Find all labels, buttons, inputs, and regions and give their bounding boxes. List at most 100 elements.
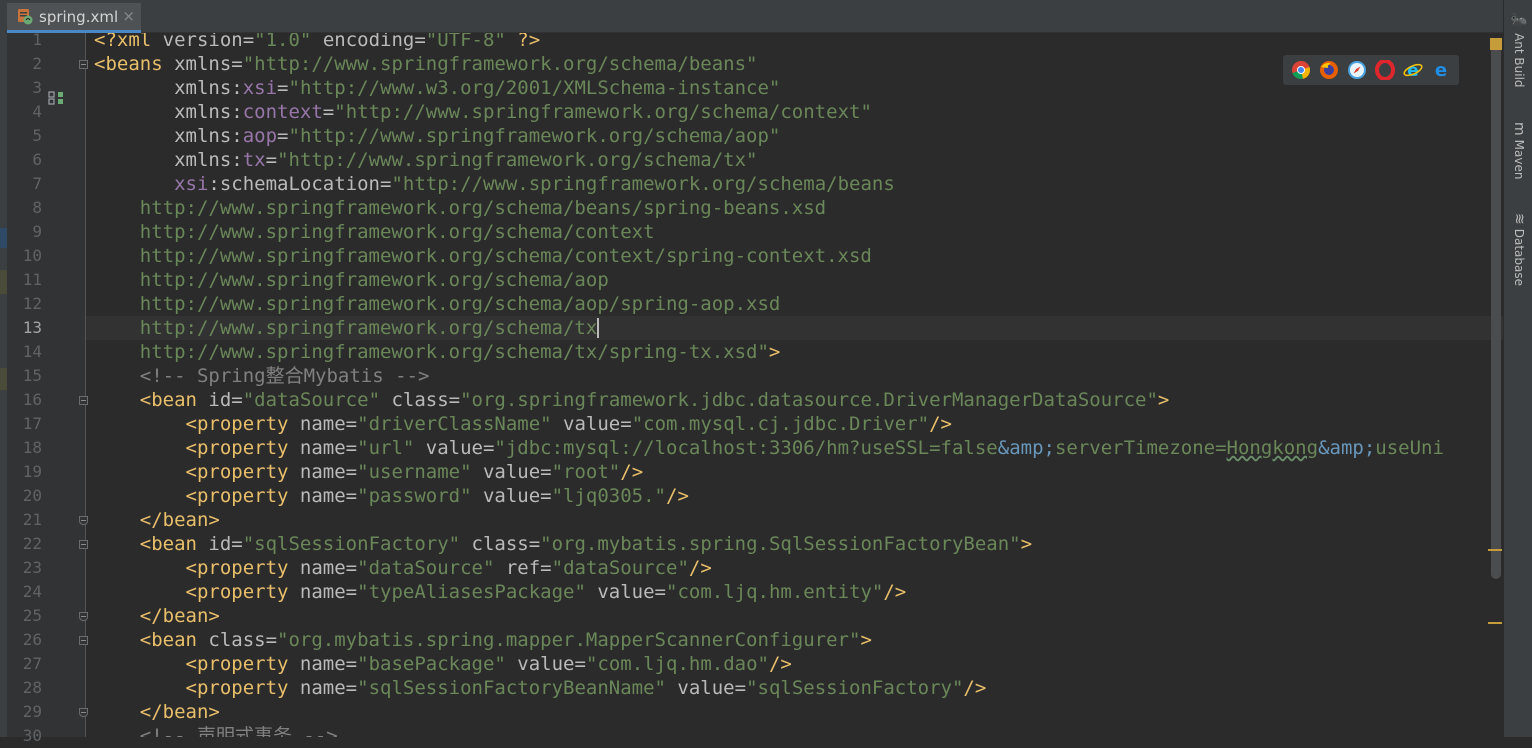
code-token: "dataSource" [357,557,495,579]
left-strip-marker [0,228,7,248]
bean-marker-icon[interactable] [48,90,68,106]
code-token: "org.mybatis.spring.mapper.MapperScanner… [277,629,861,651]
code-line[interactable]: <?xml version="1.0" encoding="UTF-8" ?> [94,33,540,52]
code-token: name [299,653,346,675]
code-line[interactable]: <property name="url" value="jdbc:mysql:/… [94,436,1444,460]
code-token: <property [94,581,300,603]
tool-maven[interactable]: m Maven [1511,122,1527,179]
code-line[interactable]: xmlns:xsi="http://www.w3.org/2001/XMLSch… [94,76,780,100]
tool-label: Maven [1512,139,1526,180]
code-token: <property [94,485,300,507]
warning-stripe[interactable] [1488,549,1502,551]
code-token: /> [883,581,907,603]
code-token: = [540,461,552,483]
code-line[interactable]: <!-- 声明式事务 --> [94,724,338,737]
code-line[interactable]: http://www.springframework.org/schema/be… [94,196,826,220]
line-number: 13 [22,318,42,337]
code-token: <bean [94,629,209,651]
line-number: 14 [22,342,42,361]
code-token: &amp; [997,437,1055,459]
tool-ant-build[interactable]: 🐜 Ant Build [1511,12,1527,88]
code-line[interactable]: http://www.springframework.org/schema/ao… [94,292,781,316]
code-line[interactable]: xmlns:context="http://www.springframewor… [94,100,872,124]
line-number: 7 [32,174,42,193]
code-token: = [448,389,461,411]
code-line[interactable]: <bean class="org.mybatis.spring.mapper.M… [94,628,872,652]
code-line[interactable]: </bean> [94,604,220,628]
code-token: = [654,581,666,603]
code-line[interactable]: <bean id="sqlSessionFactory" class="org.… [94,532,1032,556]
code-line[interactable]: http://www.springframework.org/schema/co… [94,244,872,268]
code-line[interactable]: <!-- Spring整合Mybatis --> [94,364,430,388]
tool-database[interactable]: ≋ Database [1511,213,1527,286]
code-token: "org.springframework.jdbc.datasource.Dri… [460,389,1158,411]
code-token: = [345,581,358,603]
code-line[interactable]: http://www.springframework.org/schema/ao… [94,268,609,292]
code-token: "http://www.springframework.org/schema/a… [288,125,781,147]
code-line[interactable]: </bean> [94,700,220,724]
code-token: <bean [94,389,209,411]
editor-scrollbar[interactable] [1489,33,1503,737]
code-token: /> [620,461,644,483]
code-line[interactable]: <property name="dataSource" ref="dataSou… [94,556,712,580]
code-token: http://www.springframework.org/schema/tx [94,317,598,339]
code-token: = [231,389,243,411]
svg-text:e: e [1435,60,1447,80]
line-number: 11 [22,270,42,289]
browser-preview-popup: e e [1283,55,1459,85]
line-number: 12 [22,294,42,313]
tool-label: Ant Build [1512,33,1526,88]
code-line[interactable]: <property name="driverClassName" value="… [94,412,953,436]
line-number: 24 [22,582,42,601]
code-line[interactable]: xsi:schemaLocation="http://www.springfra… [94,172,895,196]
code-line[interactable]: <property name="basePackage" value="com.… [94,652,792,676]
left-tool-strip [0,0,7,737]
code-line[interactable]: xmlns:aop="http://www.springframework.or… [94,124,780,148]
code-token: http://www.springframework.org/schema/be… [94,197,827,219]
safari-icon[interactable] [1347,60,1367,80]
code-line[interactable]: xmlns:tx="http://www.springframework.org… [94,148,757,172]
opera-icon[interactable] [1375,60,1395,80]
code-token: "http://www.springframework.org/schema/c… [334,101,872,123]
code-token: id [208,389,232,411]
warning-indicator-icon[interactable] [1490,38,1502,50]
line-number-gutter: 1 2 3 4 5 6 7 8 9 10 11 12 13 14 15 16 17 18 19 20 21 22 23 24 2… [7,30,88,745]
code-line[interactable]: </bean> [94,508,220,532]
warning-stripe[interactable] [1488,622,1502,624]
code-token: /> [666,485,689,507]
edge-icon[interactable]: e [1431,60,1451,80]
tab-close-icon[interactable]: × [122,7,135,25]
maven-icon: m [1511,122,1527,136]
code-token: "url" [357,437,415,459]
code-token: xsi [174,173,209,195]
code-line[interactable]: <property name="typeAliasesPackage" valu… [94,580,907,604]
ant-icon: 🐜 [1511,12,1527,30]
code-token: = [345,485,358,507]
scrollbar-thumb[interactable] [1491,43,1501,579]
line-number: 2 [32,54,42,73]
code-token: "jdbc:mysql://localhost:3306/hm?useSSL=f… [494,437,998,459]
code-token: = [345,677,358,699]
code-token: > [1157,389,1170,411]
code-line[interactable]: <beans xmlns="http://www.springframework… [94,52,758,76]
code-line[interactable]: http://www.springframework.org/schema/co… [94,220,655,244]
code-token: :schemaLocation [208,173,380,195]
code-token: tx [242,149,266,171]
code-line[interactable]: http://www.springframework.org/schema/tx… [94,340,781,364]
line-number: 28 [22,678,42,697]
code-token: serverTimezone= [1054,437,1227,459]
chrome-icon[interactable] [1291,60,1311,80]
ie-icon[interactable]: e [1403,60,1423,80]
code-editor[interactable]: <?xml version="1.0" encoding="UTF-8" ?> <… [86,33,1503,737]
database-icon: ≋ [1511,213,1527,225]
code-token: = [528,533,541,555]
code-line[interactable]: <property name="sqlSessionFactoryBeanNam… [94,676,987,700]
code-line[interactable]: http://www.springframework.org/schema/tx [94,316,600,340]
code-token: "basePackage" [357,653,506,675]
code-line[interactable]: <property name="username" value="root"/> [94,460,644,484]
firefox-icon[interactable] [1319,60,1339,80]
code-token: value [471,461,541,483]
code-line[interactable]: <property name="password" value="ljq0305… [94,484,689,508]
code-line[interactable]: <bean id="dataSource" class="org.springf… [94,388,1170,412]
